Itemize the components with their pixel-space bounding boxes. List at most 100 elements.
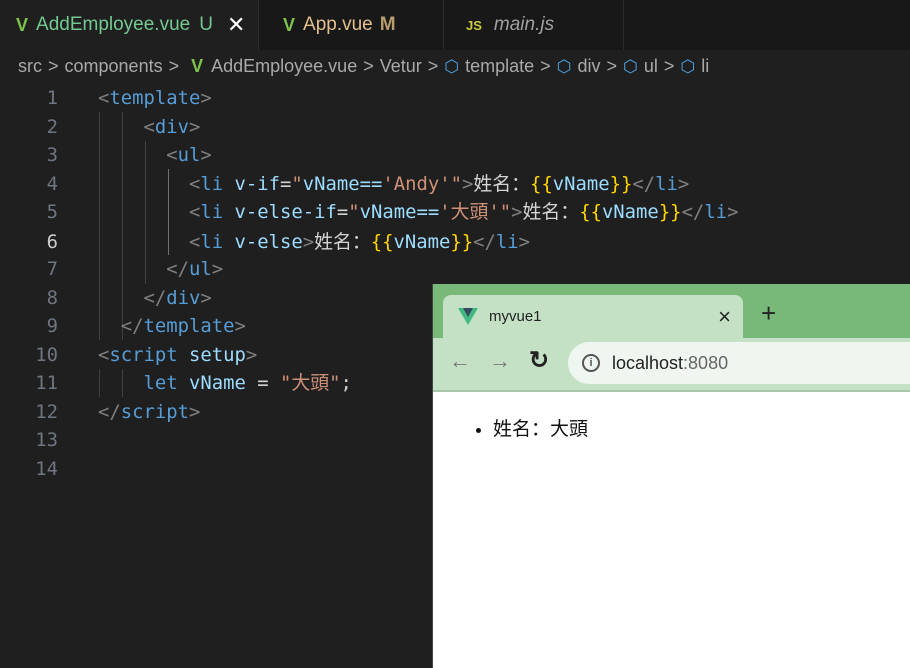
line-number: 3 bbox=[46, 144, 58, 166]
code-token: > bbox=[200, 286, 212, 309]
code-token: vName== bbox=[302, 172, 383, 195]
reload-icon[interactable]: ↻ bbox=[529, 346, 549, 375]
code-token: > bbox=[727, 201, 739, 223]
code-token: " bbox=[348, 201, 360, 223]
breadcrumb-separator: > bbox=[663, 56, 675, 76]
code-token: vName bbox=[393, 230, 451, 253]
back-icon[interactable]: ← bbox=[449, 348, 471, 374]
browser-tab-strip: myvue1 × + bbox=[433, 284, 910, 338]
breadcrumb-item[interactable]: li bbox=[701, 56, 709, 77]
code-text: <li v-else-if="vName=='大頭'">姓名：{{vName}}… bbox=[98, 198, 738, 227]
breadcrumb-separator: > bbox=[606, 56, 618, 76]
breadcrumb-item[interactable]: div bbox=[578, 56, 601, 77]
forward-icon[interactable]: → bbox=[489, 348, 511, 374]
line-number: 10 bbox=[35, 343, 58, 366]
code-token: " bbox=[450, 172, 462, 195]
close-tab-icon[interactable]: × bbox=[718, 304, 731, 330]
code-token: " bbox=[499, 201, 512, 223]
browser-tab[interactable]: myvue1 × bbox=[443, 295, 743, 338]
code-token: < bbox=[189, 201, 201, 223]
code-token: " bbox=[291, 172, 303, 195]
symbol-cube-icon: ⬡ bbox=[680, 56, 696, 76]
code-token: template bbox=[143, 315, 235, 337]
breadcrumb-item[interactable]: src bbox=[18, 56, 42, 77]
breadcrumb-item[interactable]: template bbox=[465, 56, 534, 77]
code-token: li bbox=[655, 172, 678, 195]
code-text: <li v-if="vName=='Andy'">姓名：{{vName}}</l… bbox=[98, 170, 689, 199]
line-number: 12 bbox=[35, 400, 58, 423]
code-token: </ bbox=[143, 286, 167, 309]
code-token: > bbox=[511, 201, 523, 223]
tab-main-js[interactable]: JS main.js bbox=[444, 0, 624, 50]
breadcrumb-item[interactable]: Vetur bbox=[380, 56, 422, 77]
code-token: ul bbox=[189, 258, 212, 280]
page-list: 姓名：大頭 bbox=[433, 414, 910, 441]
code-token: li bbox=[495, 230, 519, 253]
code-token: {{ bbox=[579, 201, 602, 223]
close-icon[interactable]: ✕ bbox=[227, 12, 245, 38]
breadcrumb-item[interactable]: components bbox=[65, 56, 163, 77]
code-token: > bbox=[245, 343, 258, 366]
symbol-cube-icon: ⬡ bbox=[623, 56, 638, 76]
code-token: > bbox=[677, 172, 690, 195]
code-token: {{ bbox=[370, 230, 394, 253]
breadcrumb-item[interactable]: ul bbox=[644, 56, 658, 77]
code-token: > bbox=[189, 115, 201, 138]
code-token: </ bbox=[681, 201, 705, 223]
line-number: 9 bbox=[46, 315, 58, 337]
browser-window: myvue1 × + ← → ↻ i localhost:8080 姓名：大頭 bbox=[432, 284, 910, 668]
code-token: li bbox=[200, 201, 224, 223]
code-token: script bbox=[109, 343, 178, 366]
address-bar[interactable]: i localhost:8080 bbox=[568, 342, 910, 384]
line-number: 1 bbox=[46, 87, 58, 109]
code-token: 姓名： bbox=[314, 230, 371, 253]
code-token: ul bbox=[177, 144, 201, 166]
list-item: 姓名：大頭 bbox=[493, 414, 910, 441]
code-text: let vName = "大頭"; bbox=[98, 369, 352, 398]
info-icon[interactable]: i bbox=[582, 354, 600, 372]
code-token: v-else-if bbox=[234, 201, 337, 223]
vue-icon: V bbox=[16, 14, 29, 35]
code-text: <li v-else>姓名：{{vName}}</li> bbox=[98, 228, 530, 257]
line-number: 5 bbox=[46, 201, 58, 223]
code-token: > bbox=[518, 230, 531, 253]
browser-toolbar: ← → ↻ i localhost:8080 bbox=[433, 338, 910, 392]
vue-icon: V bbox=[191, 56, 204, 76]
breadcrumb: src > components > V AddEmployee.vue > Vetur > ⬡ t… bbox=[18, 56, 709, 77]
line-number: 8 bbox=[46, 286, 58, 309]
url-port: :8080 bbox=[683, 352, 729, 373]
breadcrumb-item[interactable]: AddEmployee.vue bbox=[211, 56, 357, 77]
tab-app[interactable]: V App.vue M bbox=[259, 0, 444, 50]
new-tab-button[interactable]: + bbox=[761, 298, 776, 329]
code-token: </ bbox=[166, 258, 189, 280]
code-text: <div> bbox=[98, 113, 201, 142]
vue-logo-icon bbox=[458, 307, 478, 325]
code-token: < bbox=[189, 230, 201, 253]
code-token: setup bbox=[189, 343, 246, 366]
code-token: v-if bbox=[234, 172, 281, 195]
breadcrumb-separator: > bbox=[540, 56, 551, 76]
code-token: > bbox=[200, 144, 212, 166]
code-token: > bbox=[234, 315, 246, 337]
tab-addemployee[interactable]: V AddEmployee.vue U ✕ bbox=[0, 0, 259, 50]
code-token: ; bbox=[340, 372, 352, 394]
code-token: 'Andy' bbox=[382, 172, 451, 195]
code-token: {{ bbox=[530, 172, 553, 195]
untracked-badge: U bbox=[199, 14, 213, 35]
breadcrumb-separator: > bbox=[48, 56, 59, 76]
line-number: 13 bbox=[35, 429, 58, 451]
code-token: = bbox=[336, 201, 349, 223]
code-token: div bbox=[154, 115, 189, 138]
code-text: <template> bbox=[98, 84, 212, 113]
code-token: </ bbox=[632, 172, 656, 195]
code-token: 姓名： bbox=[473, 172, 531, 195]
code-token: 姓名： bbox=[522, 201, 580, 223]
